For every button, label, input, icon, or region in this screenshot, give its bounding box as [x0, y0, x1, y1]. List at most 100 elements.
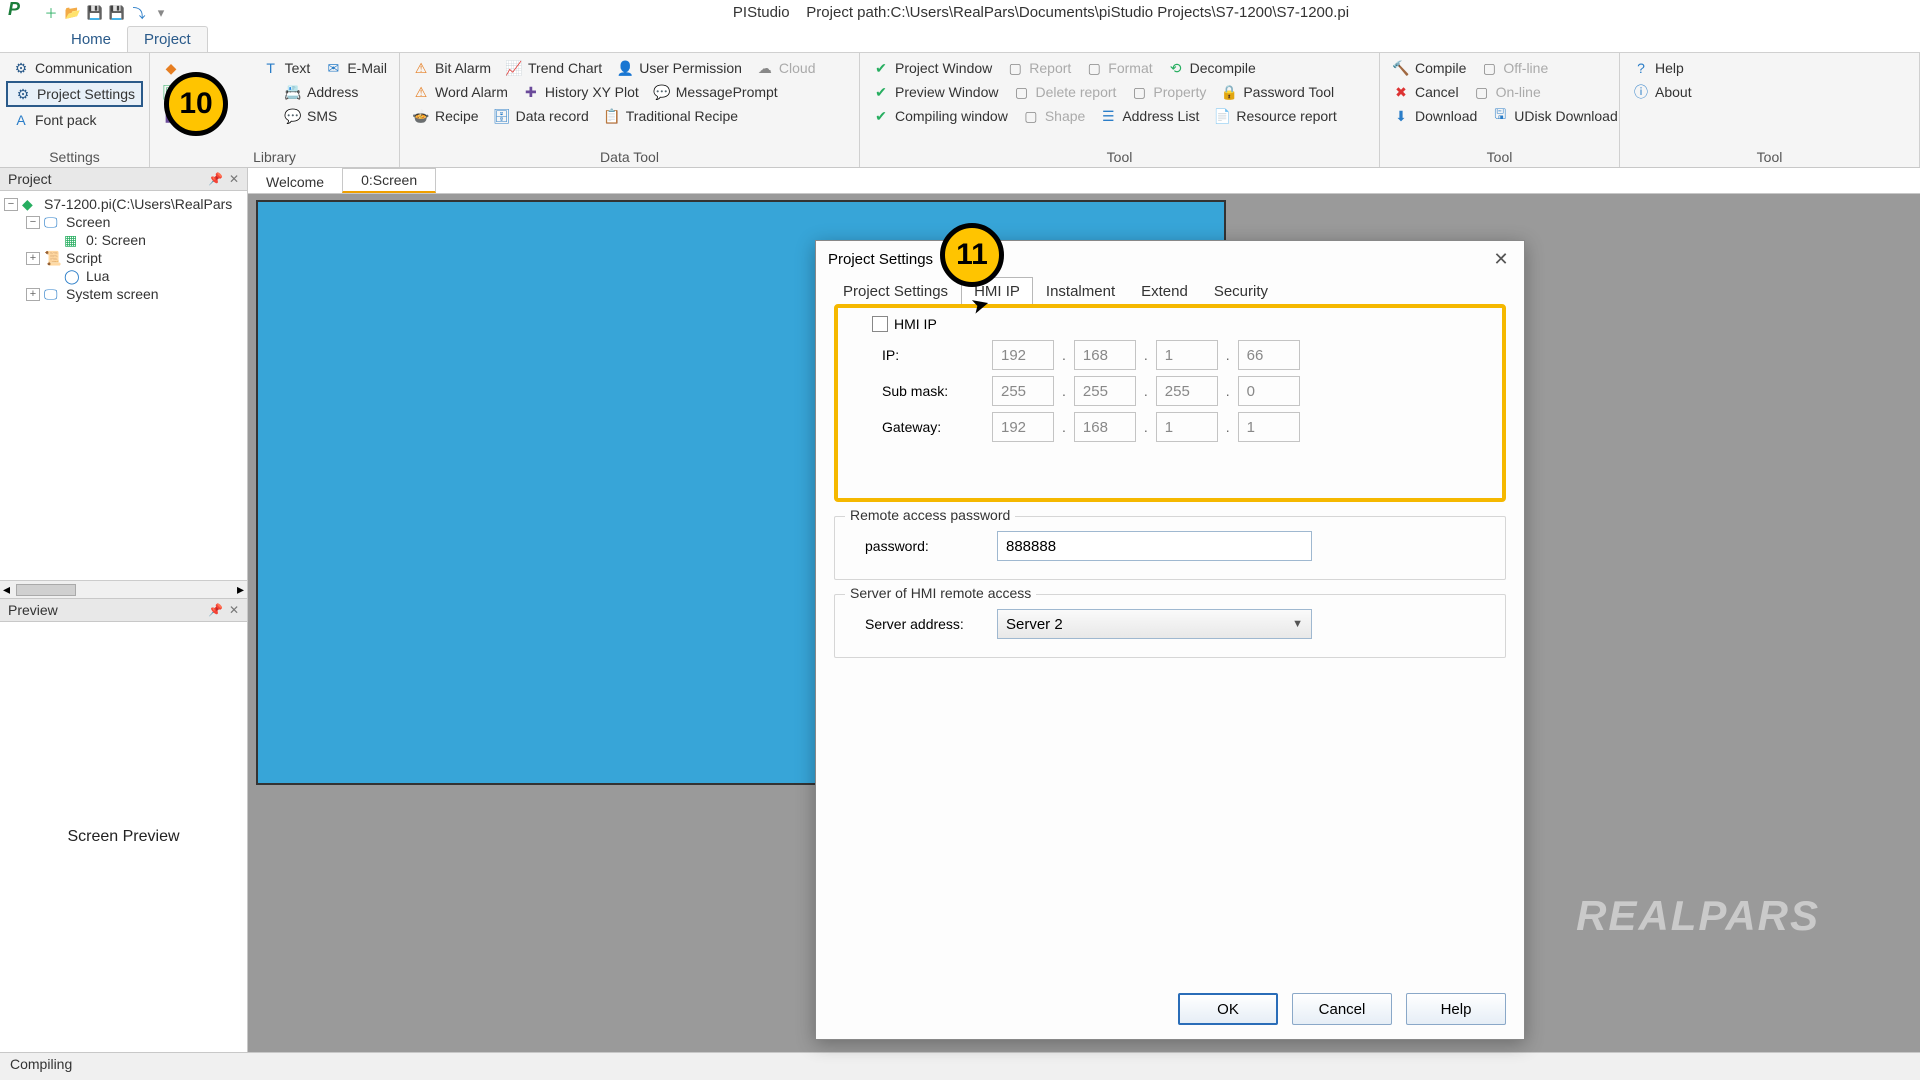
qat-more-icon[interactable]: ▾	[152, 4, 170, 22]
gw-octet-4[interactable]	[1238, 412, 1300, 442]
mask-octet-2[interactable]	[1074, 376, 1136, 406]
dlg-tab-instalment[interactable]: Instalment	[1033, 277, 1128, 306]
shape-button[interactable]: ▢Shape	[1016, 105, 1091, 127]
ip-octet-3[interactable]	[1156, 340, 1218, 370]
history-xy-button[interactable]: ✚History XY Plot	[516, 81, 645, 103]
tab-home[interactable]: Home	[55, 27, 127, 52]
project-tree[interactable]: −◆S7-1200.pi(C:\Users\RealPars −🖵Screen …	[0, 191, 247, 580]
ip-octet-1[interactable]	[992, 340, 1054, 370]
doc-tab-welcome[interactable]: Welcome	[248, 171, 342, 193]
dlg-tab-project-settings[interactable]: Project Settings	[830, 277, 961, 306]
password-tool-button[interactable]: 🔒Password Tool	[1214, 81, 1340, 103]
scroll-right-icon[interactable]: ▸	[237, 581, 244, 598]
bit-alarm-button[interactable]: ⚠Bit Alarm	[406, 57, 497, 79]
ribbon-group-datatool: ⚠Bit Alarm 📈Trend Chart 👤User Permission…	[400, 53, 860, 167]
ip-octet-2[interactable]	[1074, 340, 1136, 370]
project-settings-dialog: Project Settings ✕ Project Settings HMI …	[815, 240, 1525, 1040]
recipe-button[interactable]: 🍲Recipe	[406, 105, 485, 127]
download-icon: ⬇	[1392, 107, 1410, 125]
qat-open-icon[interactable]: 📂	[64, 4, 82, 22]
dlg-tab-extend[interactable]: Extend	[1128, 277, 1201, 306]
online-button[interactable]: ▢On-line	[1467, 81, 1547, 103]
server-group-label: Server of HMI remote access	[845, 585, 1036, 601]
user-permission-button[interactable]: 👤User Permission	[610, 57, 748, 79]
close-icon[interactable]: ✕	[229, 603, 239, 617]
hmi-ip-checkbox-label: HMI IP	[894, 316, 937, 332]
report-button[interactable]: ▢Report	[1000, 57, 1077, 79]
address-button[interactable]: 📇Address	[278, 81, 364, 103]
preview-window-button[interactable]: ✔Preview Window	[866, 81, 1004, 103]
qat-close-icon[interactable]: ⤵	[130, 4, 148, 22]
ribbon-group-tool-view: ✔Project Window ▢Report ▢Format ⟲Decompi…	[860, 53, 1380, 167]
offline-icon: ▢	[1480, 59, 1498, 77]
cancel-button[interactable]: Cancel	[1292, 993, 1392, 1025]
password-input[interactable]	[997, 531, 1312, 561]
mask-octet-4[interactable]	[1238, 376, 1300, 406]
tree-system-screen[interactable]: +🖵System screen	[4, 285, 243, 303]
address-list-button[interactable]: ☰Address List	[1093, 105, 1205, 127]
offline-button[interactable]: ▢Off-line	[1474, 57, 1554, 79]
dialog-titlebar: Project Settings ✕	[816, 241, 1524, 277]
scroll-thumb[interactable]	[16, 584, 76, 596]
doc-tab-screen0[interactable]: 0:Screen	[342, 168, 436, 193]
download-button[interactable]: ⬇Download	[1386, 105, 1483, 127]
gw-octet-2[interactable]	[1074, 412, 1136, 442]
preview-body: Screen Preview	[0, 622, 247, 1052]
compiling-window-button[interactable]: ✔Compiling window	[866, 105, 1014, 127]
mail-icon: ✉	[324, 59, 342, 77]
data-record-button[interactable]: 🗄Data record	[487, 105, 595, 127]
sms-button[interactable]: 💬SMS	[278, 105, 343, 127]
help-dialog-button[interactable]: Help	[1406, 993, 1506, 1025]
mask-octet-1[interactable]	[992, 376, 1054, 406]
communication-button[interactable]: ⚙Communication	[6, 57, 143, 79]
project-window-button[interactable]: ✔Project Window	[866, 57, 998, 79]
tree-lua[interactable]: ◯Lua	[4, 267, 243, 285]
close-icon[interactable]: ✕	[229, 172, 239, 186]
tree-screen[interactable]: −🖵Screen	[4, 213, 243, 231]
delete-report-button[interactable]: ▢Delete report	[1006, 81, 1122, 103]
qat-new-icon[interactable]: ＋	[42, 4, 60, 22]
tab-project[interactable]: Project	[127, 26, 208, 52]
help-button[interactable]: ?Help	[1626, 57, 1913, 79]
message-prompt-button[interactable]: 💬MessagePrompt	[647, 81, 784, 103]
tree-root[interactable]: −◆S7-1200.pi(C:\Users\RealPars	[4, 195, 243, 213]
format-button[interactable]: ▢Format	[1079, 57, 1158, 79]
cancel-compile-button[interactable]: ✖Cancel	[1386, 81, 1465, 103]
hmi-ip-checkbox[interactable]	[872, 316, 888, 332]
pin-icon[interactable]: 📌	[208, 603, 223, 617]
gw-octet-3[interactable]	[1156, 412, 1218, 442]
check-icon: ✔	[872, 107, 890, 125]
tree-screen0[interactable]: ▦0: Screen	[4, 231, 243, 249]
system-icon: 🖵	[44, 286, 62, 302]
text-button[interactable]: TText	[256, 57, 317, 79]
scroll-left-icon[interactable]: ◂	[3, 581, 10, 598]
compile-button[interactable]: 🔨Compile	[1386, 57, 1472, 79]
server-combo[interactable]: Server 2 ▼	[997, 609, 1312, 639]
mask-octet-3[interactable]	[1156, 376, 1218, 406]
word-alarm-button[interactable]: ⚠Word Alarm	[406, 81, 514, 103]
gw-octet-1[interactable]	[992, 412, 1054, 442]
property-button[interactable]: ▢Property	[1124, 81, 1212, 103]
about-button[interactable]: ⓘAbout	[1626, 81, 1913, 103]
pin-icon[interactable]: 📌	[208, 172, 223, 186]
traditional-recipe-button[interactable]: 📋Traditional Recipe	[597, 105, 744, 127]
tree-script[interactable]: +📜Script	[4, 249, 243, 267]
email-button[interactable]: ✉E-Mail	[318, 57, 393, 79]
report-icon: ▢	[1006, 59, 1024, 77]
cloud-button[interactable]: ☁Cloud	[750, 57, 822, 79]
qat-saveall-icon[interactable]: 💾	[108, 4, 126, 22]
trend-chart-button[interactable]: 📈Trend Chart	[499, 57, 608, 79]
qat-save-icon[interactable]: 💾	[86, 4, 104, 22]
ok-button[interactable]: OK	[1178, 993, 1278, 1025]
project-settings-button[interactable]: ⚙Project Settings	[6, 81, 143, 107]
dlg-tab-security[interactable]: Security	[1201, 277, 1281, 306]
font-pack-button[interactable]: AFont pack	[6, 109, 143, 131]
ip-octet-4[interactable]	[1238, 340, 1300, 370]
dialog-close-button[interactable]: ✕	[1490, 248, 1512, 270]
mask-row: Sub mask: . . .	[852, 376, 1488, 406]
delete-icon: ▢	[1012, 83, 1030, 101]
resource-report-button[interactable]: 📄Resource report	[1207, 105, 1342, 127]
tree-hscroll[interactable]: ◂▸	[0, 580, 247, 598]
udisk-download-button[interactable]: 🖫UDisk Download	[1485, 105, 1623, 127]
decompile-button[interactable]: ⟲Decompile	[1161, 57, 1262, 79]
